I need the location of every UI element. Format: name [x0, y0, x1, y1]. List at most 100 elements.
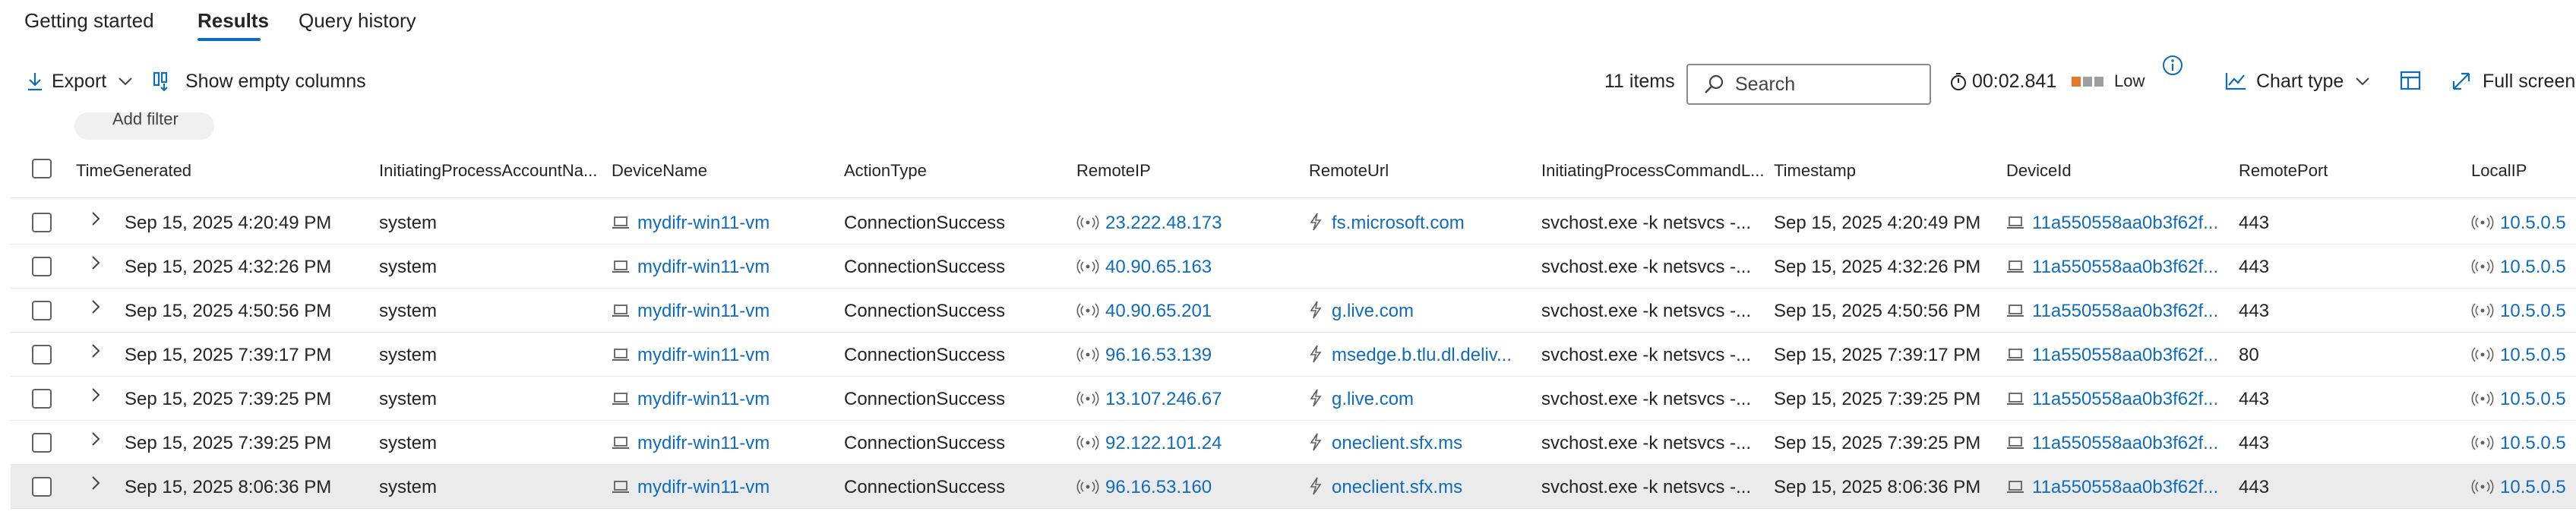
- select-all-checkbox[interactable]: [32, 159, 52, 178]
- cell-remoteip[interactable]: 23.222.48.173: [1076, 213, 1304, 234]
- cell-remoteip[interactable]: 13.107.246.67: [1076, 389, 1304, 410]
- table-row[interactable]: Sep 15, 2025 4:50:56 PM system mydifr-win1…: [11, 289, 2576, 333]
- remote-ip-text: 40.90.65.163: [1105, 257, 1212, 277]
- table-layout-icon[interactable]: [2399, 70, 2422, 91]
- tab-results[interactable]: Results: [198, 9, 269, 33]
- cell-remoteurl[interactable]: msedge.b.tlu.dl.deliv...: [1309, 345, 1529, 366]
- col-header-timegenerated[interactable]: TimeGenerated: [76, 161, 365, 179]
- cell-localip[interactable]: 10.5.0.5: [2471, 345, 2576, 366]
- col-header-timestamp[interactable]: Timestamp: [1774, 161, 1994, 179]
- cell-text: system: [379, 477, 438, 497]
- cell-remoteurl[interactable]: g.live.com: [1309, 301, 1529, 322]
- cell-remoteurl[interactable]: g.live.com: [1309, 389, 1529, 410]
- local-ip-text: 10.5.0.5: [2500, 257, 2566, 277]
- cell-timegenerated: Sep 15, 2025 7:39:17 PM: [125, 345, 375, 366]
- row-checkbox[interactable]: [32, 389, 52, 409]
- cell-localip[interactable]: 10.5.0.5: [2471, 477, 2576, 498]
- cell-remoteport: 443: [2239, 301, 2467, 322]
- table-row[interactable]: Sep 15, 2025 8:06:36 PM system mydifr-win1…: [11, 465, 2576, 509]
- cell-remoteip[interactable]: 92.122.101.24: [1076, 433, 1304, 454]
- cell-text: system: [379, 345, 438, 365]
- cell-deviceid[interactable]: 11a550558aa0b3f62f...: [2006, 301, 2238, 322]
- cell-remoteip[interactable]: 40.90.65.163: [1076, 257, 1304, 278]
- info-icon[interactable]: [2160, 53, 2185, 77]
- col-header-commandline[interactable]: InitiatingProcessCommandL...: [1541, 161, 1766, 179]
- cell-text: system: [379, 433, 438, 453]
- col-header-remoteport[interactable]: RemotePort: [2239, 161, 2459, 179]
- network-icon: [2471, 259, 2494, 274]
- search-input[interactable]: [1734, 72, 1919, 96]
- cell-devicename[interactable]: mydifr-win11-vm: [612, 213, 839, 234]
- remote-ip-text: 92.122.101.24: [1105, 433, 1222, 453]
- cell-devicename[interactable]: mydifr-win11-vm: [612, 389, 839, 410]
- cell-devicename[interactable]: mydifr-win11-vm: [612, 345, 839, 366]
- chevron-right-icon[interactable]: [90, 298, 102, 316]
- cell-deviceid[interactable]: 11a550558aa0b3f62f...: [2006, 345, 2238, 366]
- network-icon: [2471, 391, 2494, 406]
- row-checkbox[interactable]: [32, 213, 52, 232]
- col-header-deviceid[interactable]: DeviceId: [2006, 161, 2227, 179]
- col-header-devicename[interactable]: DeviceName: [612, 161, 832, 179]
- chart-type-button[interactable]: Chart type: [2224, 59, 2371, 103]
- chevron-right-icon[interactable]: [90, 254, 102, 272]
- cell-devicename[interactable]: mydifr-win11-vm: [612, 433, 839, 454]
- cell-commandline: svchost.exe -k netsvcs -...: [1541, 433, 1766, 454]
- table-row[interactable]: Sep 15, 2025 7:39:25 PM system mydifr-win1…: [11, 421, 2576, 465]
- network-icon: [2471, 479, 2494, 494]
- table-row[interactable]: Sep 15, 2025 4:32:26 PM system mydifr-win1…: [11, 245, 2576, 289]
- cell-localip[interactable]: 10.5.0.5: [2471, 213, 2576, 234]
- cell-devicename[interactable]: mydifr-win11-vm: [612, 257, 839, 278]
- cell-devicename[interactable]: mydifr-win11-vm: [612, 477, 839, 498]
- cell-deviceid[interactable]: 11a550558aa0b3f62f...: [2006, 477, 2238, 498]
- tab-query-history[interactable]: Query history: [299, 9, 416, 33]
- table-row[interactable]: Sep 15, 2025 7:39:17 PM system mydifr-win1…: [11, 333, 2576, 377]
- cell-text: svchost.exe -k netsvcs -...: [1541, 213, 1752, 233]
- row-checkbox[interactable]: [32, 345, 52, 365]
- cell-deviceid[interactable]: 11a550558aa0b3f62f...: [2006, 257, 2238, 278]
- chevron-right-icon[interactable]: [90, 474, 102, 492]
- col-header-remoteurl[interactable]: RemoteUrl: [1309, 161, 1529, 179]
- cell-localip[interactable]: 10.5.0.5: [2471, 433, 2576, 454]
- col-header-actiontype[interactable]: ActionType: [844, 161, 1064, 179]
- row-checkbox[interactable]: [32, 477, 52, 497]
- row-checkbox[interactable]: [32, 301, 52, 320]
- cell-timestamp: Sep 15, 2025 7:39:17 PM: [1774, 345, 2002, 366]
- laptop-icon: [612, 393, 629, 405]
- cell-localip[interactable]: 10.5.0.5: [2471, 389, 2576, 410]
- search-icon: [1705, 74, 1724, 93]
- col-header-localip[interactable]: LocalIP: [2471, 161, 2570, 179]
- full-screen-button[interactable]: Full screen: [2451, 59, 2575, 103]
- table-row[interactable]: Sep 15, 2025 7:39:25 PM system mydifr-win1…: [11, 377, 2576, 421]
- network-icon: [2471, 303, 2494, 318]
- table-row[interactable]: Sep 15, 2025 4:20:49 PM system mydifr-win1…: [11, 200, 2576, 245]
- show-empty-columns-button[interactable]: Show empty columns: [152, 59, 366, 103]
- cell-text: Sep 15, 2025 4:50:56 PM: [1774, 301, 1981, 321]
- add-filter-button[interactable]: Add filter: [74, 112, 214, 140]
- device-id-text: 11a550558aa0b3f62f...: [2032, 345, 2219, 365]
- row-checkbox[interactable]: [32, 433, 52, 453]
- cell-text: system: [379, 301, 438, 321]
- cell-localip[interactable]: 10.5.0.5: [2471, 301, 2576, 322]
- cell-remoteip[interactable]: 40.90.65.201: [1076, 301, 1304, 322]
- cell-remoteip[interactable]: 96.16.53.160: [1076, 477, 1304, 498]
- chevron-right-icon[interactable]: [90, 342, 102, 360]
- cell-remoteurl[interactable]: oneclient.sfx.ms: [1309, 477, 1529, 498]
- remote-ip-text: 96.16.53.139: [1105, 345, 1212, 365]
- col-header-remoteip[interactable]: RemoteIP: [1076, 161, 1297, 179]
- tab-getting-started[interactable]: Getting started: [24, 9, 154, 33]
- search-box[interactable]: [1686, 64, 1931, 105]
- col-header-account[interactable]: InitiatingProcessAccountNa...: [379, 161, 604, 179]
- cell-devicename[interactable]: mydifr-win11-vm: [612, 301, 839, 322]
- chevron-right-icon[interactable]: [90, 430, 102, 448]
- cell-deviceid[interactable]: 11a550558aa0b3f62f...: [2006, 213, 2238, 234]
- cell-remoteurl[interactable]: fs.microsoft.com: [1309, 213, 1529, 234]
- row-checkbox[interactable]: [32, 257, 52, 276]
- cell-deviceid[interactable]: 11a550558aa0b3f62f...: [2006, 389, 2238, 410]
- cell-localip[interactable]: 10.5.0.5: [2471, 257, 2576, 278]
- cell-remoteip[interactable]: 96.16.53.139: [1076, 345, 1304, 366]
- chevron-right-icon[interactable]: [90, 210, 102, 228]
- cell-remoteurl[interactable]: oneclient.sfx.ms: [1309, 433, 1529, 454]
- cell-deviceid[interactable]: 11a550558aa0b3f62f...: [2006, 433, 2238, 454]
- chevron-right-icon[interactable]: [90, 386, 102, 404]
- export-button[interactable]: Export: [26, 59, 134, 103]
